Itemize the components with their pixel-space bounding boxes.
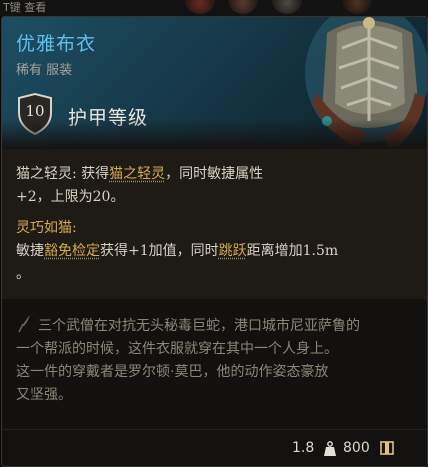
- property-text: 距离增加1.5m: [246, 243, 339, 259]
- gold-coin-icon: [380, 441, 394, 455]
- lore-line: 三个武僧在对抗无头秘毒巨蛇，港口城市尼亚萨鲁的: [38, 318, 360, 334]
- armor-item-icon: [305, 17, 427, 151]
- price-value: 800: [343, 440, 370, 456]
- property-keyword-link[interactable]: 豁免检定: [44, 243, 100, 259]
- equipment-slot-icon[interactable]: [342, 0, 372, 14]
- weight-value: 1.8: [292, 440, 315, 456]
- equipment-slot-icon[interactable]: [228, 0, 258, 14]
- property-text: 获得+1加值，同时: [100, 243, 219, 259]
- top-strip: T键 查看: [0, 0, 428, 16]
- armor-class-shield-icon: 10: [16, 93, 54, 135]
- lore-line: 又坚强。: [16, 387, 72, 403]
- armor-class-label: 护甲等级: [68, 107, 149, 129]
- property-line: 敏捷豁免检定获得+1加值，同时跳跃距离增加1.5m: [16, 240, 338, 260]
- inspect-hint: T键 查看: [3, 1, 47, 14]
- armor-class-value: 10: [25, 102, 45, 120]
- property-text: +2，上限为20。: [16, 189, 125, 205]
- property-text: 敏捷: [16, 243, 44, 259]
- property-text: 。: [16, 266, 30, 282]
- equipment-slot-icon[interactable]: [272, 0, 302, 14]
- equipment-slot-icon[interactable]: [185, 0, 215, 14]
- property-title: 猫之轻灵:: [16, 166, 77, 182]
- property-keyword-link[interactable]: 跳跃: [219, 243, 247, 259]
- feather-quill-icon: [18, 315, 30, 333]
- property-line: 猫之轻灵: 获得猫之轻灵，同时敏捷属性: [16, 163, 263, 183]
- item-name: 优雅布衣: [16, 33, 97, 55]
- weight-icon: [324, 441, 336, 456]
- lore-line: 这一件的穿戴者是罗尔顿·莫巴，他的动作姿态豪放: [16, 364, 329, 380]
- property-title: 灵巧如猫:: [16, 220, 77, 236]
- item-rarity-type: 稀有 服装: [16, 63, 73, 78]
- properties-section: 猫之轻灵: 获得猫之轻灵，同时敏捷属性 +2，上限为20。 灵巧如猫: 敏捷豁免…: [2, 149, 427, 299]
- item-tooltip: 优雅布衣 稀有 服装 10 护甲等级 猫之轻灵: 获得猫之轻灵，同时敏捷属性 +…: [1, 16, 428, 467]
- property-text: ，同时敏捷属性: [165, 166, 264, 182]
- property-text: 获得: [81, 166, 110, 182]
- tooltip-header: 优雅布衣 稀有 服装 10 护甲等级: [2, 17, 427, 151]
- lore-line: 一个帮派的时候，这件衣服就穿在其中一个人身上。: [16, 341, 338, 357]
- tooltip-footer: 1.8 800: [2, 429, 427, 466]
- property-keyword-link[interactable]: 猫之轻灵: [109, 166, 165, 182]
